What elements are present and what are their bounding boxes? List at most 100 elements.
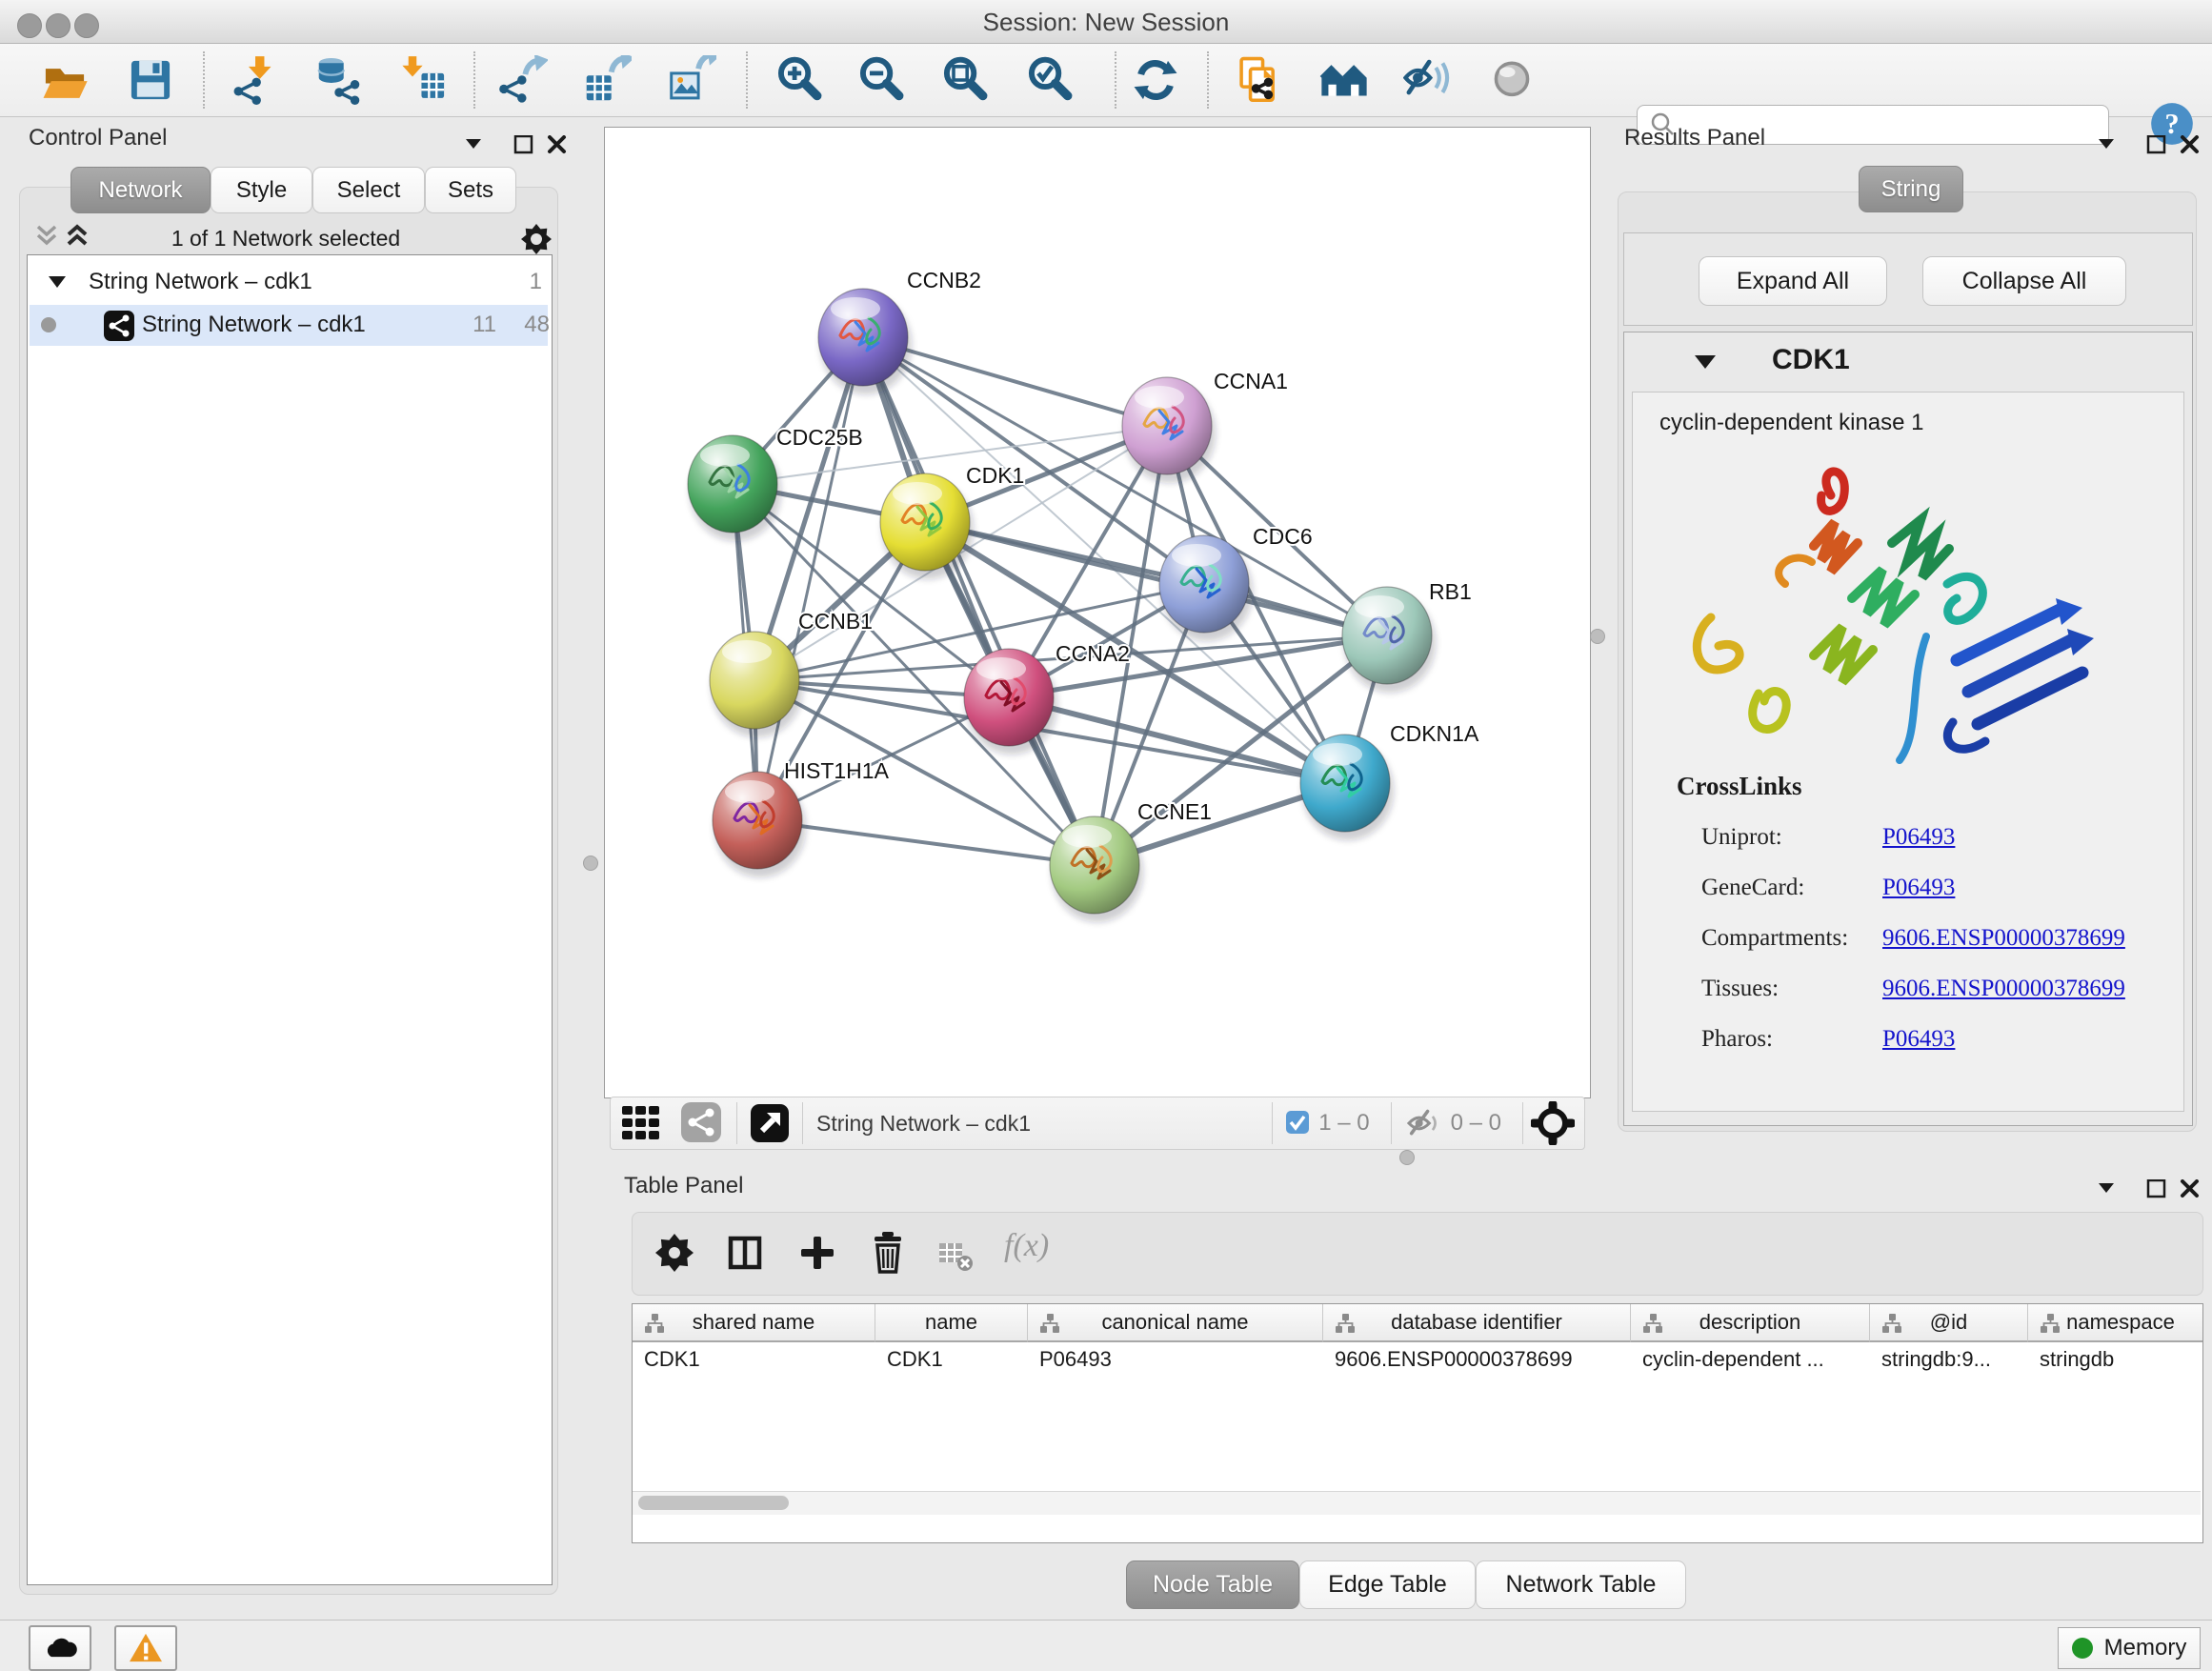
crosslink-value-link[interactable]: 9606.ENSP00000378699 xyxy=(1882,976,2125,1002)
zoom-fit-button[interactable] xyxy=(939,53,993,107)
network-edge-CCNB2-CCNE1[interactable] xyxy=(863,337,1095,865)
crosslink-value-link[interactable]: P06493 xyxy=(1882,875,1955,901)
expand-all-button[interactable]: Expand All xyxy=(1699,256,1887,306)
network-node-CCNA1[interactable] xyxy=(1122,377,1216,483)
column-header--id[interactable]: @id xyxy=(1870,1304,2028,1342)
tab-sets[interactable]: Sets xyxy=(425,167,516,213)
scrollbar-thumb[interactable] xyxy=(638,1496,789,1510)
collapse-all-button[interactable]: Collapse All xyxy=(1922,256,2126,306)
export-table-button[interactable] xyxy=(580,53,633,107)
selected-checkbox-icon[interactable] xyxy=(1286,1111,1311,1136)
node-label-HIST1H1A: HIST1H1A xyxy=(784,758,890,783)
column-header-database-identifier[interactable]: database identifier xyxy=(1323,1304,1631,1342)
memory-button[interactable]: Memory xyxy=(2058,1627,2201,1669)
column-header-canonical-name[interactable]: canonical name xyxy=(1028,1304,1323,1342)
collapse-panel-icon[interactable] xyxy=(466,139,481,149)
create-column-plus-icon[interactable] xyxy=(796,1232,838,1274)
column-header-description[interactable]: description xyxy=(1631,1304,1870,1342)
network-node-RB1[interactable] xyxy=(1342,587,1436,693)
crosslink-value-link[interactable]: P06493 xyxy=(1882,1026,1955,1053)
network-node-CDC25B[interactable] xyxy=(688,435,781,541)
tab-style[interactable]: Style xyxy=(211,167,312,213)
table-cell[interactable]: stringdb:9... xyxy=(1870,1342,2027,1377)
hidden-eye-slash-icon[interactable] xyxy=(1405,1108,1443,1138)
network-edge-CDK1-RB1[interactable] xyxy=(925,522,1387,635)
table-cell[interactable]: P06493 xyxy=(1028,1342,1322,1377)
collapse-panel-icon[interactable] xyxy=(2099,139,2114,149)
table-cell[interactable]: cyclin-dependent ... xyxy=(1631,1342,1869,1377)
collapse-panel-icon[interactable] xyxy=(2099,1183,2114,1193)
right-splitter-handle[interactable] xyxy=(1590,629,1605,644)
close-panel-icon[interactable] xyxy=(2182,1181,2197,1196)
import-network-database-button[interactable] xyxy=(312,53,366,107)
network-edge-HIST1H1A-CCNE1[interactable] xyxy=(757,820,1095,865)
zoom-out-button[interactable] xyxy=(855,53,909,107)
table-settings-gear-icon[interactable] xyxy=(654,1232,695,1274)
network-node-CDKN1A[interactable] xyxy=(1300,735,1394,840)
crosslink-label: Uniprot: xyxy=(1701,824,1882,851)
tab-network[interactable]: Network xyxy=(70,167,211,213)
column-header-namespace[interactable]: namespace xyxy=(2028,1304,2203,1342)
network-node-CCNB2[interactable] xyxy=(818,289,912,394)
tab-string[interactable]: String xyxy=(1859,166,1963,212)
string-import-button[interactable] xyxy=(1233,53,1286,107)
network-options-gear-icon[interactable] xyxy=(520,223,553,255)
network-node-CDK1[interactable] xyxy=(880,473,974,579)
network-node-CCNA2[interactable] xyxy=(964,649,1057,755)
expand-all-networks-icon[interactable] xyxy=(69,227,86,244)
function-builder-icon-disabled[interactable]: f(x) xyxy=(1004,1228,1049,1264)
refresh-button[interactable] xyxy=(1129,53,1182,107)
float-panel-icon[interactable] xyxy=(2148,136,2164,152)
zoom-selected-button[interactable] xyxy=(1024,53,1077,107)
show-columns-icon[interactable] xyxy=(724,1232,766,1274)
open-session-button[interactable] xyxy=(38,53,91,107)
bottom-splitter-handle[interactable] xyxy=(1399,1150,1415,1165)
network-node-HIST1H1A[interactable] xyxy=(713,772,806,877)
birds-eye-view-icon[interactable] xyxy=(751,1104,789,1142)
grid-view-icon[interactable] xyxy=(622,1104,666,1142)
table-cell[interactable]: CDK1 xyxy=(633,1342,875,1377)
delete-column-trash-icon[interactable] xyxy=(867,1230,909,1276)
network-edge-CCNB2-HIST1H1A[interactable] xyxy=(757,337,863,820)
tab-node-table[interactable]: Node Table xyxy=(1126,1560,1299,1609)
tab-select[interactable]: Select xyxy=(312,167,425,213)
crosslink-row: Tissues: 9606.ENSP00000378699 xyxy=(1701,963,2159,1014)
left-splitter-handle[interactable] xyxy=(583,856,598,871)
tree-expander-icon[interactable] xyxy=(49,274,68,290)
fit-selected-crosshair-icon[interactable] xyxy=(1531,1101,1575,1145)
network-tree-row[interactable]: String Network – cdk1 11 48 xyxy=(30,305,548,346)
float-panel-icon[interactable] xyxy=(515,136,532,152)
hide-panels-button[interactable] xyxy=(1401,53,1455,107)
table-cell[interactable]: 9606.ENSP00000378699 xyxy=(1323,1342,1630,1377)
table-cell[interactable]: CDK1 xyxy=(875,1342,1027,1377)
crosslink-value-link[interactable]: P06493 xyxy=(1882,824,1955,851)
zoom-in-button[interactable] xyxy=(774,53,827,107)
import-table-file-button[interactable] xyxy=(398,53,452,107)
close-panel-icon[interactable] xyxy=(550,137,564,151)
home-button[interactable] xyxy=(1317,53,1371,107)
tab-edge-table[interactable]: Edge Table xyxy=(1299,1560,1476,1609)
import-network-file-button[interactable] xyxy=(229,53,282,107)
network-overview-share-icon[interactable] xyxy=(681,1102,723,1144)
table-horizontal-scrollbar[interactable] xyxy=(633,1491,2201,1515)
column-header-shared-name[interactable]: shared name xyxy=(633,1304,875,1342)
network-canvas[interactable]: CCNB2CCNA1CDC25BCDK1CDC6RB1CCNB1CCNA2CDK… xyxy=(605,128,1588,1096)
table-cell[interactable]: stringdb xyxy=(2028,1342,2203,1377)
column-header-name[interactable]: name xyxy=(875,1304,1028,1342)
export-image-button[interactable] xyxy=(665,53,718,107)
network-tree-root-row[interactable]: String Network – cdk1 1 xyxy=(28,261,550,304)
close-panel-icon[interactable] xyxy=(2182,137,2197,151)
collapse-all-networks-icon[interactable] xyxy=(38,227,55,243)
delete-table-icon-disabled[interactable] xyxy=(935,1238,977,1276)
export-network-button[interactable] xyxy=(496,53,550,107)
crosslink-value-link[interactable]: 9606.ENSP00000378699 xyxy=(1882,925,2125,952)
float-panel-icon[interactable] xyxy=(2148,1180,2164,1197)
show-panels-button[interactable] xyxy=(1485,53,1538,107)
tab-network-table[interactable]: Network Table xyxy=(1476,1560,1686,1609)
save-session-button[interactable] xyxy=(124,53,177,107)
network-node-CCNE1[interactable] xyxy=(1050,816,1143,922)
warnings-button[interactable] xyxy=(114,1625,177,1671)
table-cell-value: stringdb xyxy=(2040,1347,2114,1372)
section-expander-icon[interactable] xyxy=(1695,353,1718,371)
cloud-status-button[interactable] xyxy=(29,1625,91,1671)
